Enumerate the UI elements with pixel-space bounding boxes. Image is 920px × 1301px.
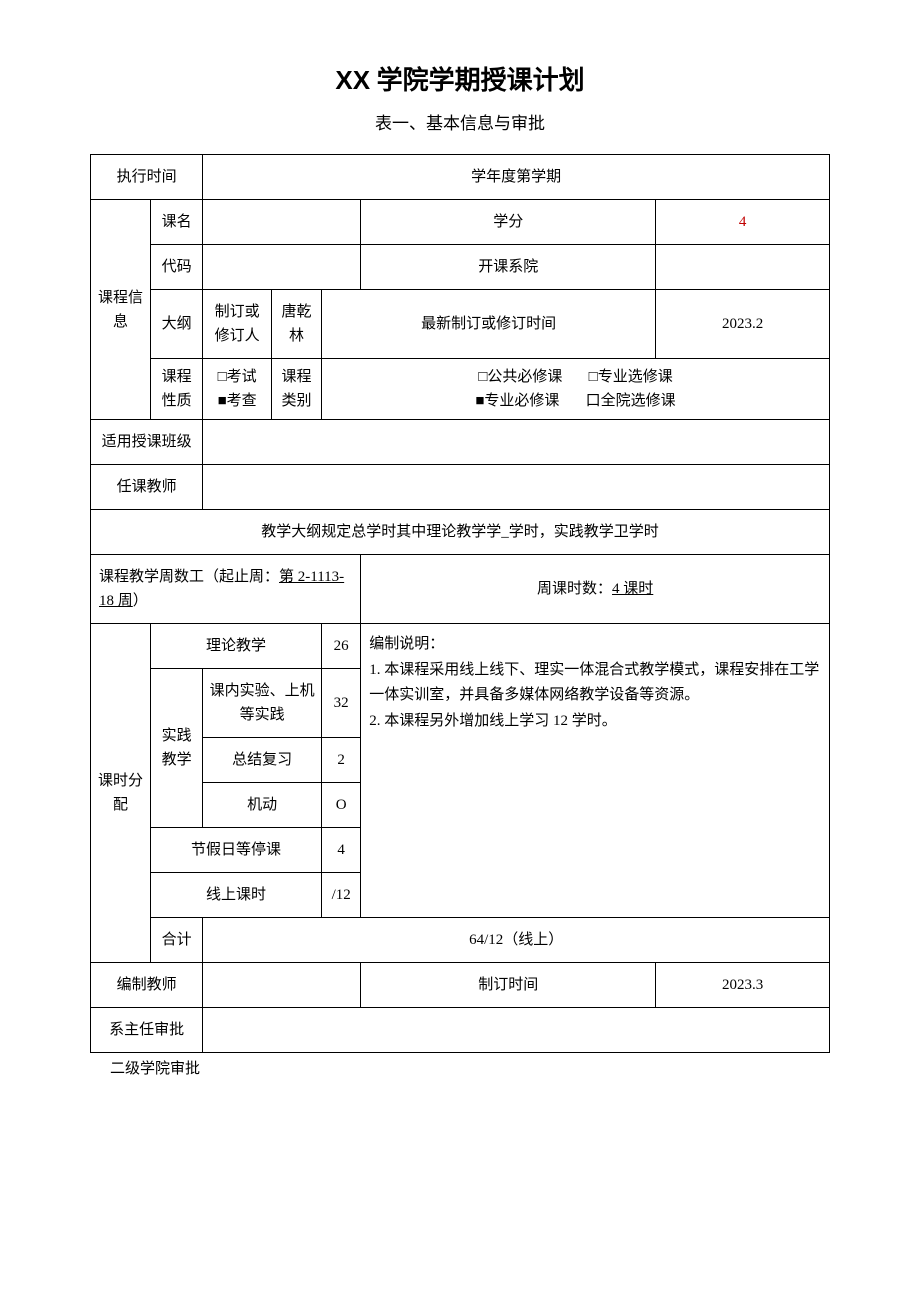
theory-teaching-value: 26 <box>322 624 361 669</box>
public-required-checkbox: □公共必修课 <box>478 369 562 385</box>
latest-revision-label: 最新制订或修订时间 <box>322 290 656 359</box>
lab-practice-value: 32 <box>322 669 361 738</box>
practice-teaching-label: 实践教学 <box>151 669 203 828</box>
main-table: 执行时间 学年度第学期 课程信息 课名 学分 4 代码 开课系院 大纲 制订或修… <box>90 154 830 1053</box>
course-category-label: 课程类别 <box>271 359 321 420</box>
code-label: 代码 <box>151 245 203 290</box>
total-value: 64/12（线上） <box>203 918 830 963</box>
page-title: XX 学院学期授课计划 <box>90 60 830 97</box>
theory-teaching-label: 理论教学 <box>151 624 322 669</box>
online-hours-label: 线上课时 <box>151 873 322 918</box>
hour-distribution-label: 课时分配 <box>91 624 151 963</box>
teaching-weeks-prefix: 课程教学周数工（起止周： <box>99 569 279 585</box>
instructor-value <box>203 465 830 510</box>
semester-value: 学年度第学期 <box>203 155 830 200</box>
compiling-teacher-value <box>203 963 361 1008</box>
reviser-name: 唐乾林 <box>271 290 321 359</box>
credit-label: 学分 <box>361 200 656 245</box>
course-nature-value: □考试 ■考查 <box>203 359 272 420</box>
compiling-teacher-label: 编制教师 <box>91 963 203 1008</box>
major-required-checkbox: ■专业必修课 <box>475 393 559 409</box>
course-name-label: 课名 <box>151 200 203 245</box>
code-value <box>203 245 361 290</box>
major-elective-checkbox: □专业选修课 <box>589 369 673 385</box>
online-hours-value: /12 <box>322 873 361 918</box>
flexible-label: 机动 <box>203 783 322 828</box>
teaching-weeks-suffix: ） <box>133 593 148 609</box>
outline-label: 大纲 <box>151 290 203 359</box>
weekly-hours-prefix: 周课时数： <box>537 581 612 597</box>
page-subtitle: 表一、基本信息与审批 <box>90 109 830 134</box>
college-elective-checkbox: 口全院选修课 <box>586 393 676 409</box>
reviser-label: 制订或修订人 <box>203 290 272 359</box>
college-approval-label: 二级学院审批 <box>110 1057 830 1078</box>
compile-time-value: 2023.3 <box>656 963 830 1008</box>
course-info-label: 课程信息 <box>91 200 151 420</box>
instructor-label: 任课教师 <box>91 465 203 510</box>
course-nature-label: 课程性质 <box>151 359 203 420</box>
applicable-class-value <box>203 420 830 465</box>
course-name-value <box>203 200 361 245</box>
dept-head-approval-value <box>203 1008 830 1053</box>
syllabus-hours: 教学大纲规定总学时其中理论教学学_学时，实践教学卫学时 <box>91 510 830 555</box>
review-label: 总结复习 <box>203 738 322 783</box>
latest-revision-value: 2023.2 <box>656 290 830 359</box>
department-label: 开课系院 <box>361 245 656 290</box>
applicable-class-label: 适用授课班级 <box>91 420 203 465</box>
teaching-weeks: 课程教学周数工（起止周：第 2-1113-18 周） <box>91 555 361 624</box>
exam-checkbox: □考试 <box>218 369 257 385</box>
course-category-value: □公共必修课 □专业选修课 ■专业必修课 口全院选修课 <box>322 359 830 420</box>
department-value <box>656 245 830 290</box>
title-suffix: 学院学期授课计划 <box>370 66 585 95</box>
description: 编制说明：1. 本课程采用线上线下、理实一体混合式教学模式，课程安排在工学一体实… <box>361 624 830 918</box>
compile-time-label: 制订时间 <box>361 963 656 1008</box>
exec-time-label: 执行时间 <box>91 155 203 200</box>
holiday-label: 节假日等停课 <box>151 828 322 873</box>
total-label: 合计 <box>151 918 203 963</box>
weekly-hours-value: 4 课时 <box>612 581 653 597</box>
weekly-hours: 周课时数：4 课时 <box>361 555 830 624</box>
holiday-value: 4 <box>322 828 361 873</box>
flexible-value: O <box>322 783 361 828</box>
lab-practice-label: 课内实验、上机等实践 <box>203 669 322 738</box>
check-checkbox: ■考查 <box>218 393 257 409</box>
title-prefix: XX <box>335 65 370 95</box>
dept-head-approval-label: 系主任审批 <box>91 1008 203 1053</box>
credit-value: 4 <box>656 200 830 245</box>
review-value: 2 <box>322 738 361 783</box>
